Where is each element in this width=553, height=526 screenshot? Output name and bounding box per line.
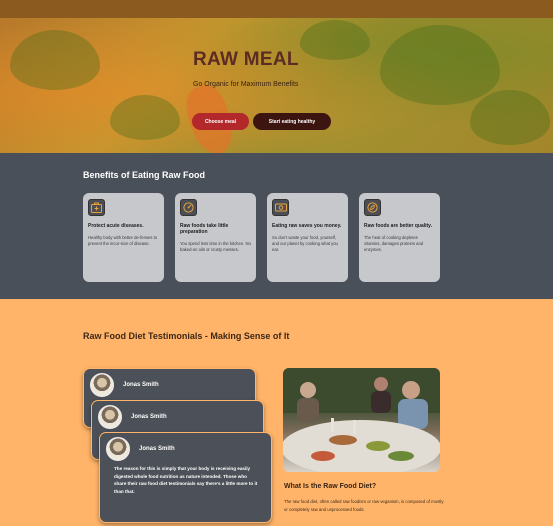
dinner-photo (283, 368, 440, 472)
aside-title: What Is the Raw Food Diet? (284, 483, 377, 490)
leaf-decoration (110, 95, 180, 140)
leaf-decoration (380, 25, 500, 105)
aside-text: The raw food diet, often called raw food… (284, 499, 444, 512)
benefit-card: Raw foods are better quality. The heat o… (359, 193, 440, 282)
leaf-decoration (10, 30, 100, 90)
hero-banner: RAW MEAL Go Organic for Maximum Benefits… (0, 0, 553, 153)
benefit-title: Raw foods take little preparation (180, 223, 229, 235)
testimonial-quote: The reason for this is simply that your … (114, 466, 258, 494)
avatar (106, 437, 130, 461)
testimonials-title: Raw Food Diet Testimonials - Making Sens… (83, 331, 290, 341)
benefit-card: Raw foods take little preparation You sp… (175, 193, 256, 282)
hero-title: RAW MEAL (193, 49, 299, 70)
choose-meal-button[interactable]: Choose meal (192, 113, 249, 130)
leaf-decoration (300, 20, 370, 60)
leaf-decoration (470, 90, 550, 145)
testimonial-header: Jonas Smith (92, 401, 263, 433)
start-eating-button[interactable]: Start eating healthy (253, 113, 331, 130)
benefit-text: The heat of cooking depletes vitamins, d… (364, 235, 424, 252)
testimonial-header: Jonas Smith (84, 369, 255, 401)
benefit-title: Eating raw saves you money. (272, 223, 342, 229)
benefits-section: Benefits of Eating Raw Food Protect acut… (0, 153, 553, 299)
testimonial-name: Jonas Smith (123, 382, 159, 388)
testimonial-name: Jonas Smith (139, 446, 175, 452)
money-icon (272, 199, 289, 216)
testimonial-card[interactable]: Jonas Smith The reason for this is simpl… (99, 432, 272, 523)
benefit-card: Protect acute diseases. Healthy body wit… (83, 193, 164, 282)
leaf-icon (364, 199, 381, 216)
top-bar (0, 0, 553, 18)
testimonial-header: Jonas Smith (100, 433, 271, 465)
benefit-title: Protect acute diseases. (88, 223, 144, 229)
benefit-title: Raw foods are better quality. (364, 223, 432, 229)
benefit-text: You spend less time in the kitchen. No b… (180, 241, 251, 252)
avatar (98, 405, 122, 429)
testimonial-name: Jonas Smith (131, 414, 167, 420)
benefit-text: So don't waste your food, yourself, and … (272, 235, 338, 252)
first-aid-icon (88, 199, 105, 216)
gauge-icon (180, 199, 197, 216)
benefits-title: Benefits of Eating Raw Food (83, 170, 206, 180)
hero-subtitle: Go Organic for Maximum Benefits (193, 81, 299, 88)
benefit-text: Healthy body with better de-fenses to pr… (88, 235, 158, 246)
avatar (90, 373, 114, 397)
benefit-card: Eating raw saves you money. So don't was… (267, 193, 348, 282)
